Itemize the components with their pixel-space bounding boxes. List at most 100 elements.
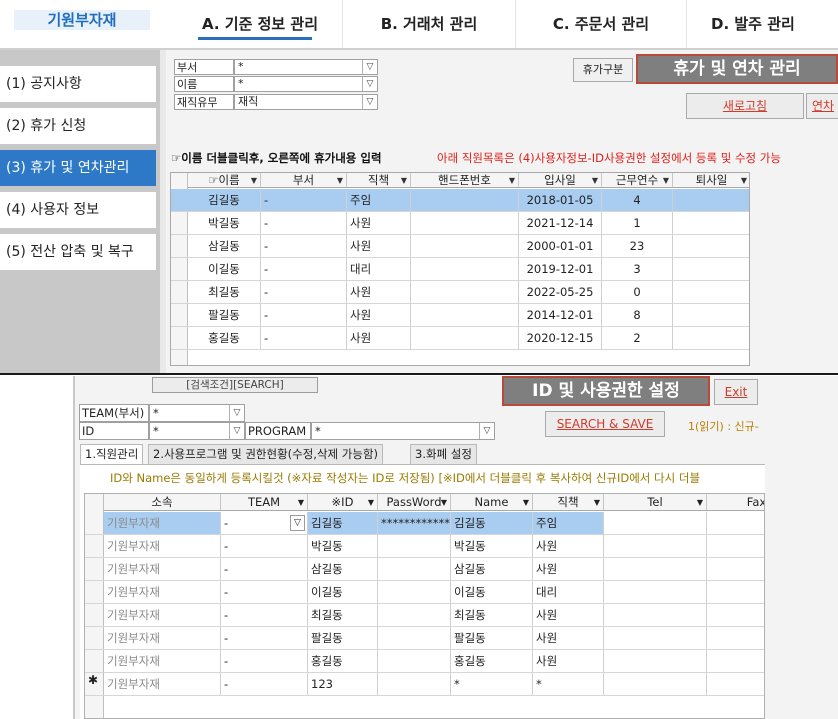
nav-tab-orders[interactable]: C. 주문서 관리	[516, 0, 686, 48]
table-row[interactable]: 기원부자재 - 팔길동 팔길동 사원	[85, 627, 764, 650]
cell-team[interactable]: -	[221, 535, 308, 557]
employment-status-select[interactable]: 재직 ▽	[234, 94, 378, 110]
column-header-id[interactable]: ※ID ▼	[308, 494, 378, 511]
column-header-phone[interactable]: 핸드폰번호 ▼	[411, 173, 519, 188]
table-row[interactable]: 이길동 - 대리 2019-12-01 3	[171, 258, 749, 281]
cell-position[interactable]: 사원	[347, 327, 411, 349]
cell-join-date[interactable]: 2019-12-01	[519, 258, 602, 280]
cell-leave-date[interactable]	[673, 304, 749, 326]
cell-name[interactable]: 팔길동	[188, 304, 261, 326]
cell-years[interactable]: 3	[602, 258, 673, 280]
cell-name[interactable]: *	[451, 673, 533, 695]
cell-org[interactable]: 기원부자재	[104, 581, 221, 603]
cell-position[interactable]: 대리	[347, 258, 411, 280]
cell-position[interactable]: *	[533, 673, 604, 695]
column-header-join-date[interactable]: 입사일 ▼	[519, 173, 602, 188]
cell-fax[interactable]	[707, 604, 764, 626]
cell-position[interactable]: 사원	[347, 304, 411, 326]
nav-tab-purchase[interactable]: D. 발주 관리	[687, 0, 838, 48]
cell-password[interactable]	[378, 604, 451, 626]
chevron-down-icon[interactable]: ▼	[592, 173, 598, 187]
chevron-down-icon[interactable]: ▼	[509, 173, 515, 187]
chevron-down-icon[interactable]: ▼	[401, 173, 407, 187]
cell-fax[interactable]	[707, 535, 764, 557]
cell-phone[interactable]	[411, 304, 519, 326]
cell-password[interactable]	[378, 581, 451, 603]
chevron-down-icon[interactable]: ▼	[298, 494, 304, 511]
cell-phone[interactable]	[411, 258, 519, 280]
cell-team[interactable]: - ▽	[221, 512, 308, 534]
cell-leave-date[interactable]	[673, 212, 749, 234]
cell-id[interactable]: 박길동	[308, 535, 378, 557]
table-row[interactable]: 삼길동 - 사원 2000-01-01 23	[171, 235, 749, 258]
chevron-down-icon[interactable]: ▽	[479, 423, 494, 439]
cell-fax[interactable]	[707, 627, 764, 649]
column-header-tel[interactable]: Tel ▼	[604, 494, 707, 511]
column-header-dept[interactable]: 부서 ▼	[261, 173, 347, 188]
cell-org[interactable]: 기원부자재	[104, 512, 221, 534]
sidebar-item-leave-management[interactable]: (3) 휴가 및 연차관리	[0, 150, 156, 186]
cell-org[interactable]: 기원부자재	[104, 650, 221, 672]
cell-fax[interactable]	[707, 581, 764, 603]
cell-dept[interactable]: -	[261, 304, 347, 326]
tab-currency-settings[interactable]: 3.화폐 설정	[410, 444, 477, 464]
cell-team[interactable]: -	[221, 581, 308, 603]
cell-dept[interactable]: -	[261, 258, 347, 280]
chevron-down-icon[interactable]: ▼	[663, 173, 669, 187]
cell-position[interactable]: 사원	[533, 650, 604, 672]
sidebar-item-leave-request[interactable]: (2) 휴가 신청	[0, 108, 156, 144]
chevron-down-icon[interactable]: ▽	[229, 405, 244, 421]
cell-leave-date[interactable]	[673, 258, 749, 280]
cell-org[interactable]: 기원부자재	[104, 604, 221, 626]
cell-position[interactable]: 사원	[347, 281, 411, 303]
cell-join-date[interactable]: 2018-01-05	[519, 189, 602, 211]
cell-password[interactable]	[378, 673, 451, 695]
cell-position[interactable]: 대리	[533, 581, 604, 603]
cell-name[interactable]: 최길동	[451, 604, 533, 626]
cell-id[interactable]: 123	[308, 673, 378, 695]
column-header-org[interactable]: 소속	[104, 494, 221, 511]
cell-name[interactable]: 김길동	[188, 189, 261, 211]
cell-name[interactable]: 박길동	[451, 535, 533, 557]
cell-position[interactable]: 사원	[533, 558, 604, 580]
cell-tel[interactable]	[604, 512, 707, 534]
cell-name[interactable]: 홍길동	[451, 650, 533, 672]
cell-tel[interactable]	[604, 535, 707, 557]
cell-position[interactable]: 주임	[347, 189, 411, 211]
cell-tel[interactable]	[604, 558, 707, 580]
cell-password[interactable]	[378, 535, 451, 557]
annual-leave-button[interactable]: 연차	[806, 93, 838, 119]
chevron-down-icon[interactable]: ▼	[441, 494, 447, 511]
team-filter-select[interactable]: * ▽	[149, 404, 245, 422]
cell-name[interactable]: 최길동	[188, 281, 261, 303]
cell-years[interactable]: 4	[602, 189, 673, 211]
name-filter-select[interactable]: * ▽	[234, 76, 378, 92]
cell-name[interactable]: 박길동	[188, 212, 261, 234]
cell-dept[interactable]: -	[261, 281, 347, 303]
cell-name[interactable]: 삼길동	[188, 235, 261, 257]
cell-join-date[interactable]: 2021-12-14	[519, 212, 602, 234]
chevron-down-icon[interactable]: ▽	[290, 515, 305, 531]
cell-team[interactable]: -	[221, 673, 308, 695]
tab-staff-management[interactable]: 1.직원관리	[80, 444, 144, 465]
cell-team[interactable]: -	[221, 558, 308, 580]
chevron-down-icon[interactable]: ▽	[362, 95, 377, 109]
cell-name[interactable]: 김길동	[451, 512, 533, 534]
chevron-down-icon[interactable]: ▼	[594, 494, 600, 511]
chevron-down-icon[interactable]: ▼	[523, 494, 529, 511]
cell-dept[interactable]: -	[261, 327, 347, 349]
cell-password[interactable]	[378, 627, 451, 649]
leave-type-button[interactable]: 휴가구분	[573, 58, 633, 82]
cell-position[interactable]: 사원	[533, 627, 604, 649]
cell-tel[interactable]	[604, 627, 707, 649]
cell-years[interactable]: 23	[602, 235, 673, 257]
chevron-down-icon[interactable]: ▼	[697, 494, 703, 511]
cell-org[interactable]: 기원부자재	[104, 558, 221, 580]
id-filter-select[interactable]: * ▽	[149, 422, 245, 440]
column-header-fax[interactable]: Fax	[707, 494, 764, 511]
cell-phone[interactable]	[411, 212, 519, 234]
chevron-down-icon[interactable]: ▽	[362, 60, 377, 74]
cell-id[interactable]: 최길동	[308, 604, 378, 626]
table-row[interactable]: 기원부자재-▽김길동***************김길동주임	[85, 512, 764, 535]
dept-filter-select[interactable]: * ▽	[234, 59, 378, 75]
